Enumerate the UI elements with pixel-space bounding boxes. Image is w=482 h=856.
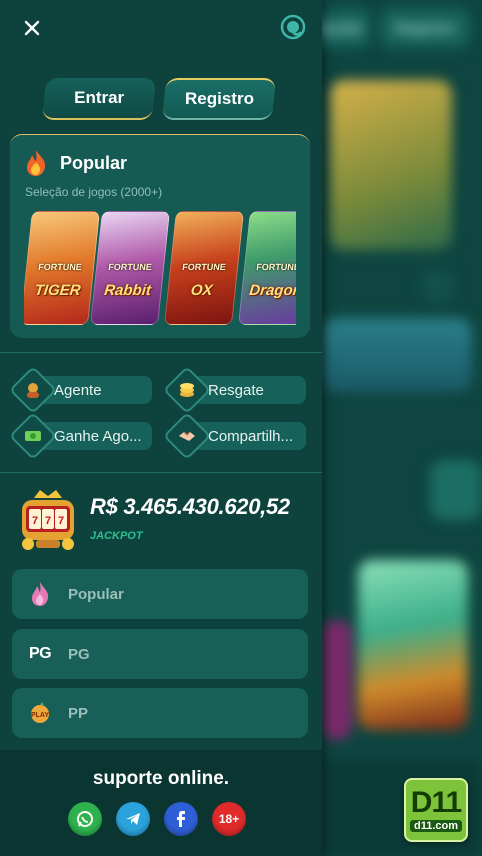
game-title: Rabbit (103, 282, 152, 299)
game-title: Dragon (248, 282, 296, 299)
divider (0, 472, 322, 473)
jackpot-slot-icon: 7 7 7 (14, 486, 82, 554)
category-label: Popular (68, 585, 124, 603)
menu-redeem-label: Resgate (208, 381, 264, 399)
category-pp[interactable]: PLAY PP (12, 688, 308, 738)
game-thumbnails: FORTUNE TIGER FORTUNE Rabbit FORTUNE OX … (24, 211, 296, 325)
divider (0, 352, 322, 353)
game-tag: FORTUNE (107, 262, 153, 272)
social-links: 18+ (68, 802, 246, 836)
svg-text:7: 7 (32, 515, 38, 527)
auth-buttons: Entrar Registro (41, 78, 277, 120)
coins-icon (170, 373, 204, 407)
menu-share-label: Compartilh... (208, 427, 294, 445)
popular-games-card[interactable]: Popular Seleção de jogos (2000+) FORTUNE… (10, 134, 310, 338)
game-thumb-fortune-tiger[interactable]: FORTUNE TIGER (24, 211, 100, 325)
flame-icon (26, 580, 54, 608)
whatsapp-icon (77, 811, 93, 827)
bg-game-card (330, 80, 452, 250)
svg-text:7: 7 (45, 515, 51, 527)
popular-title: Popular (60, 152, 128, 173)
game-thumb-fortune-ox[interactable]: FORTUNE OX (164, 211, 244, 325)
game-title: OX (189, 282, 214, 299)
pg-logo-text: PG (28, 645, 52, 662)
d11-logo-badge[interactable]: D11 d11.com (404, 778, 468, 842)
close-button[interactable] (18, 14, 46, 42)
bg-banner (322, 318, 472, 392)
money-icon (16, 419, 50, 453)
18-plus-icon: 18+ (218, 812, 240, 826)
whatsapp-button[interactable] (68, 802, 102, 836)
game-title: TIGER (33, 282, 82, 299)
login-button[interactable]: Entrar (41, 78, 157, 120)
menu-agent-label: Agente (54, 381, 102, 399)
popular-subtitle: Seleção de jogos (2000+) (25, 185, 163, 199)
facebook-icon (177, 811, 185, 827)
game-tag: FORTUNE (255, 262, 296, 272)
telegram-button[interactable] (116, 802, 150, 836)
login-button-label: Entrar (74, 88, 125, 107)
bg-icon (420, 268, 456, 304)
customer-support-icon (280, 14, 306, 40)
jackpot-amount: R$ 3.465.430.620,52 (90, 494, 290, 519)
popular-header: Popular (24, 149, 127, 177)
telegram-icon (126, 813, 140, 825)
category-label: PP (68, 704, 89, 722)
svg-text:PLAY: PLAY (31, 712, 49, 719)
menu-earn-label: Ganhe Ago... (54, 427, 142, 445)
jackpot-label: JACKPOT (90, 530, 143, 542)
bg-game-card-3 (322, 620, 352, 740)
pg-logo-icon: PG (26, 640, 54, 668)
side-drawer: Entrar Registro Popular Seleção de jogos… (0, 0, 322, 856)
handshake-icon (170, 419, 204, 453)
category-label: PG (68, 645, 90, 663)
game-tag: FORTUNE (181, 262, 227, 272)
register-button[interactable]: Registro (161, 78, 277, 120)
game-tag: FORTUNE (37, 262, 83, 272)
register-button-label: Registro (184, 89, 254, 108)
svg-text:7: 7 (58, 515, 64, 527)
customer-support-button[interactable] (280, 14, 306, 40)
bg-tab-register: Registro (380, 8, 470, 48)
game-thumb-fortune-dragon[interactable]: FORTUNE Dragon (238, 211, 296, 325)
facebook-button[interactable] (164, 802, 198, 836)
category-popular[interactable]: Popular (12, 569, 308, 619)
agent-icon (16, 373, 50, 407)
age-restriction-button[interactable]: 18+ (212, 802, 246, 836)
category-pg[interactable]: PG PG (12, 629, 308, 679)
game-thumb-fortune-rabbit[interactable]: FORTUNE Rabbit (90, 211, 170, 325)
support-title: suporte online. (92, 768, 230, 789)
d11-domain-text: d11.com (409, 820, 463, 832)
bg-tile (430, 460, 482, 520)
close-icon (24, 20, 40, 36)
pp-logo-icon: PLAY (26, 699, 54, 727)
flame-icon (27, 150, 46, 176)
d11-logo-text: D11 (410, 786, 462, 819)
bg-game-card-2 (358, 560, 468, 730)
support-footer: suporte online. 18+ (0, 750, 322, 856)
